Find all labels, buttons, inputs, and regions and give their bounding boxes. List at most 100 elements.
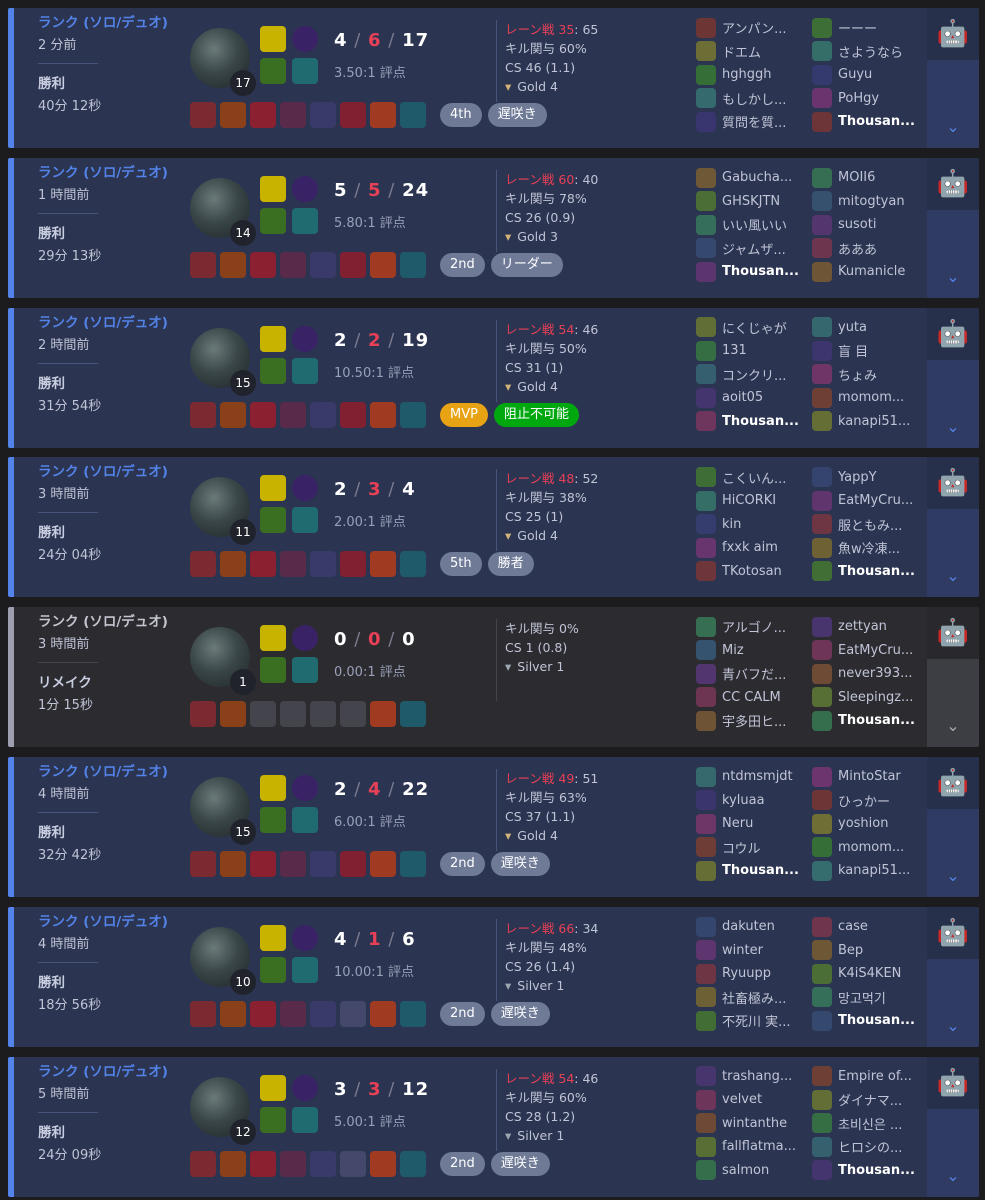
keystone-rune-icon[interactable] <box>292 924 318 951</box>
participant[interactable]: Neru <box>696 812 814 836</box>
participant-name[interactable]: もしかし... <box>722 89 786 108</box>
item-icon[interactable] <box>190 551 216 578</box>
participant-name[interactable]: fallflatma... <box>722 1139 796 1154</box>
participant-name[interactable]: アルゴノ... <box>722 617 786 636</box>
participant[interactable]: velvet <box>696 1088 814 1112</box>
participant[interactable]: EatMyCru... <box>812 489 930 513</box>
participant-name[interactable]: ドエム <box>722 42 761 61</box>
item-icon[interactable] <box>250 551 276 578</box>
summoner-spell-icon[interactable] <box>260 207 286 234</box>
participant-name[interactable]: Kumanicle <box>838 264 905 279</box>
item-icon[interactable] <box>220 1150 246 1177</box>
summoner-spell-flash-icon[interactable] <box>260 775 286 801</box>
participant-name[interactable]: MintoStar <box>838 769 901 784</box>
item-icon[interactable] <box>310 551 336 578</box>
secondary-rune-icon[interactable] <box>292 357 318 384</box>
ai-analysis-button[interactable]: 🤖 <box>927 308 979 360</box>
summoner-spell-flash-icon[interactable] <box>260 625 286 652</box>
participant[interactable]: Miz <box>696 639 814 663</box>
participant-name[interactable]: さようなら <box>838 42 903 61</box>
participant-name[interactable]: kanapi51... <box>838 863 910 878</box>
participant-name[interactable]: Thousan... <box>722 863 799 878</box>
match-card[interactable]: ランク (ソロ/デュオ) 2 時間前 勝利 31分 54秒 15 2 / 2 / 19 10… <box>8 307 979 448</box>
participant-name[interactable]: コウル <box>722 838 760 857</box>
summoner-spell-flash-icon[interactable] <box>260 475 286 502</box>
participant-name[interactable]: mitogtyan <box>838 194 905 209</box>
participant-name[interactable]: Thousan... <box>722 414 799 429</box>
participant-name[interactable]: 宇多田ヒ... <box>722 711 786 730</box>
item-icon[interactable] <box>190 701 216 728</box>
item-icon[interactable] <box>250 102 276 128</box>
participant[interactable]: dakuten <box>696 915 814 939</box>
participant[interactable]: アルゴノ... <box>696 615 814 639</box>
participant[interactable]: Sleepingz... <box>812 686 930 710</box>
item-icon[interactable] <box>190 1000 216 1027</box>
participant-name[interactable]: TKotosan <box>722 564 782 579</box>
participant[interactable]: 服ともみ... <box>812 512 930 536</box>
participant-name[interactable]: CC CALM <box>722 690 781 705</box>
keystone-rune-icon[interactable] <box>292 625 318 652</box>
participant-name[interactable]: Empire of... <box>838 1069 912 1084</box>
participant-name[interactable]: Thousan... <box>722 264 799 279</box>
participant[interactable]: salmon <box>696 1159 814 1183</box>
match-card[interactable]: ランク (ソロ/デュオ) 4 時間前 勝利 18分 56秒 10 4 / 1 / 6 10.… <box>8 906 979 1047</box>
participant-name[interactable]: ヒロシの... <box>838 1137 902 1156</box>
participant[interactable]: コンクリ... <box>696 363 814 387</box>
item-icon[interactable] <box>340 401 366 428</box>
match-card[interactable]: ランク (ソロ/デュオ) 3 時間前 リメイク 1分 15秒 1 0 / 0 / 0 0.0… <box>8 607 979 748</box>
participant[interactable]: ntdmsmjdt <box>696 765 814 789</box>
participant-name[interactable]: kin <box>722 517 741 532</box>
participant-name[interactable]: ちょみ <box>838 365 877 384</box>
summoner-spell-icon[interactable] <box>260 357 286 384</box>
item-icon[interactable] <box>190 851 216 877</box>
participant-name[interactable]: dakuten <box>722 919 775 934</box>
participant-name[interactable]: Thousan... <box>838 564 915 579</box>
item-icon[interactable] <box>220 1000 246 1027</box>
participant[interactable]: Thousan... <box>812 110 930 134</box>
participant[interactable]: kin <box>696 512 814 536</box>
participant-name[interactable]: ntdmsmjdt <box>722 769 793 784</box>
participant[interactable]: yuta <box>812 316 930 340</box>
participant[interactable]: Thousan... <box>696 410 814 434</box>
summoner-spell-icon[interactable] <box>260 1106 286 1133</box>
participant[interactable]: Gabucha... <box>696 166 814 190</box>
item-icon[interactable] <box>400 551 426 578</box>
item-icon[interactable] <box>190 401 216 428</box>
participant[interactable]: fxxk aim <box>696 536 814 560</box>
participant[interactable]: Thousan... <box>696 260 814 284</box>
keystone-rune-icon[interactable] <box>292 175 318 202</box>
item-icon[interactable] <box>340 102 366 128</box>
participant-name[interactable]: susoti <box>838 217 876 232</box>
participant-name[interactable]: 초비신은 ... <box>838 1114 902 1133</box>
item-icon[interactable] <box>250 1000 276 1027</box>
item-icon[interactable] <box>370 701 396 728</box>
participant[interactable]: MOII6 <box>812 166 930 190</box>
summoner-spell-flash-icon[interactable] <box>260 1074 286 1101</box>
item-icon[interactable] <box>370 251 396 278</box>
participant[interactable]: いい風いい <box>696 213 814 237</box>
secondary-rune-icon[interactable] <box>292 507 318 534</box>
item-icon[interactable] <box>280 1000 306 1027</box>
expand-button[interactable]: ⌄ <box>927 809 979 897</box>
participant-name[interactable]: Neru <box>722 816 753 831</box>
item-icon[interactable] <box>370 102 396 128</box>
ai-analysis-button[interactable]: 🤖 <box>927 8 979 60</box>
secondary-rune-icon[interactable] <box>292 807 318 833</box>
item-icon[interactable] <box>190 102 216 128</box>
participant[interactable]: もしかし... <box>696 87 814 111</box>
expand-button[interactable]: ⌄ <box>927 958 979 1047</box>
participant-name[interactable]: 服ともみ... <box>838 515 902 534</box>
participant-name[interactable]: Gabucha... <box>722 170 792 185</box>
participant[interactable]: hghggh <box>696 63 814 87</box>
ai-analysis-button[interactable]: 🤖 <box>927 757 979 809</box>
participant-name[interactable]: wintanthe <box>722 1116 787 1131</box>
participant-name[interactable]: PoHgy <box>838 91 879 106</box>
expand-button[interactable]: ⌄ <box>927 60 979 148</box>
participant[interactable]: kanapi51... <box>812 859 930 883</box>
summoner-spell-flash-icon[interactable] <box>260 325 286 352</box>
participant[interactable]: TKotosan <box>696 559 814 583</box>
item-icon[interactable] <box>220 551 246 578</box>
item-icon[interactable] <box>400 251 426 278</box>
participant[interactable]: アンパン... <box>696 16 814 40</box>
participant-name[interactable]: ダイナマ... <box>838 1090 902 1109</box>
